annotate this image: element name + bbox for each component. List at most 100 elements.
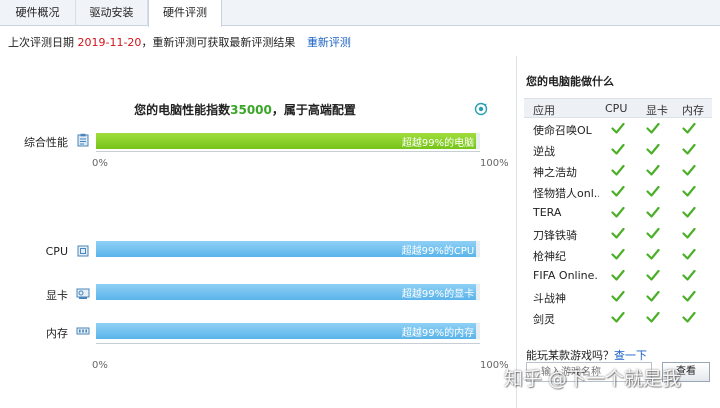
check-cpu-icon (611, 290, 625, 302)
memory-bar: 超越99%的内存 (96, 323, 480, 339)
clipboard-icon (77, 133, 89, 147)
game-search-button[interactable]: 查看 (662, 362, 710, 382)
check-cpu-icon (611, 227, 625, 239)
component-axis-min-label: 0% (92, 360, 108, 371)
cpu-icon (77, 245, 89, 257)
check-gpu-icon (646, 164, 660, 176)
overall-performance-bar-text: 超越99%的电脑 (401, 138, 475, 149)
capabilities-title: 您的电脑能做什么 (526, 75, 614, 88)
check-cpu-icon (611, 206, 625, 218)
game-row: 怪物猎人onl... (524, 181, 712, 202)
check-gpu-icon (646, 227, 660, 239)
game-row: 逆战 (524, 139, 712, 160)
last-benchmark-date: 2019-11-20 (77, 36, 142, 49)
info-suffix: ，重新评测可获取最新评测结果 (141, 36, 296, 49)
panel-divider (516, 56, 517, 408)
check-ram-icon (682, 227, 696, 239)
check-cpu-icon (611, 248, 625, 260)
memory-bar-text: 超越99%的内存 (401, 328, 475, 339)
overall-performance-label: 综合性能 (24, 136, 68, 149)
check-gpu-icon (646, 143, 660, 155)
cpu-label: CPU (45, 245, 68, 258)
game-name: 斗战神 (533, 292, 566, 305)
game-row: 斗战神 (524, 286, 712, 307)
game-row: 神之浩劫 (524, 160, 712, 181)
game-compatibility-table: 应用 CPU 显卡 内存 使命召唤OL 逆战神之浩劫怪物猎人onl... TERA 刀… (524, 98, 712, 328)
memory-bar-fill: 超越99%的内存 (96, 323, 477, 339)
column-header-cpu: CPU (605, 102, 628, 115)
check-ram-icon (682, 269, 696, 281)
check-gpu-icon (646, 248, 660, 260)
check-ram-icon (682, 122, 696, 134)
tab-bar: 硬件概况 驱动安装 硬件评测 (0, 0, 720, 27)
column-header-gpu: 显卡 (646, 104, 668, 117)
component-axis-max-label: 100% (480, 360, 509, 371)
overall-performance-fill: 超越99%的电脑 (96, 133, 477, 149)
overall-performance-bar: 超越99%的电脑 (96, 133, 480, 149)
game-row: 刀锋铁骑 (524, 223, 712, 244)
column-header-ram: 内存 (682, 104, 704, 117)
tab-driver-install[interactable]: 驱动安装 (76, 0, 148, 26)
memory-icon (76, 327, 90, 335)
game-name: 枪神纪 (533, 250, 566, 263)
check-ram-icon (682, 248, 696, 260)
cpu-bar: 超越99%的CPU (96, 241, 480, 257)
check-cpu-icon (611, 269, 625, 281)
game-row: 使命召唤OL (524, 118, 712, 139)
game-name: TERA (533, 206, 562, 219)
memory-label: 内存 (46, 327, 68, 340)
game-name: 神之浩劫 (533, 166, 577, 179)
performance-score-heading: 您的电脑性能指数35000，属于高端配置 (95, 101, 395, 118)
check-ram-icon (682, 143, 696, 155)
tab-hardware-benchmark[interactable]: 硬件评测 (148, 0, 222, 27)
check-gpu-icon (646, 206, 660, 218)
check-ram-icon (682, 290, 696, 302)
info-prefix: 上次评测日期 (8, 36, 74, 49)
column-header-app: 应用 (533, 104, 555, 117)
query-link[interactable]: 查一下 (614, 349, 647, 362)
check-cpu-icon (611, 122, 625, 134)
game-search-input[interactable] (526, 362, 652, 382)
game-row: TERA (524, 202, 712, 223)
graphics-card-bar: 超越99%的显卡 (96, 284, 480, 300)
check-ram-icon (682, 185, 696, 197)
graphics-card-label: 显卡 (46, 289, 68, 302)
check-cpu-icon (611, 143, 625, 155)
overall-axis-line (96, 151, 480, 152)
check-cpu-icon (611, 185, 625, 197)
game-name: FIFA Online... (533, 269, 599, 282)
game-query-question: 能玩某款游戏吗？ (526, 349, 614, 362)
performance-score-value: 35000 (230, 103, 272, 117)
check-gpu-icon (646, 311, 660, 323)
check-gpu-icon (646, 122, 660, 134)
check-ram-icon (682, 311, 696, 323)
graphics-card-icon (76, 288, 90, 299)
game-name: 怪物猎人onl... (533, 187, 599, 200)
check-gpu-icon (646, 269, 660, 281)
graphics-card-bar-fill: 超越99%的显卡 (96, 284, 477, 300)
game-name: 使命召唤OL (533, 124, 592, 137)
rerun-benchmark-link[interactable]: 重新评测 (307, 36, 351, 49)
check-cpu-icon (611, 311, 625, 323)
check-cpu-icon (611, 164, 625, 176)
cpu-bar-fill: 超越99%的CPU (96, 241, 477, 257)
game-row: 枪神纪 (524, 244, 712, 265)
refresh-icon[interactable] (474, 102, 488, 116)
check-gpu-icon (646, 290, 660, 302)
game-name: 逆战 (533, 145, 555, 158)
overall-axis-min-label: 0% (92, 158, 108, 169)
game-name: 刀锋铁骑 (533, 229, 577, 242)
table-header: 应用 CPU 显卡 内存 (524, 98, 712, 118)
game-row: FIFA Online... (524, 265, 712, 286)
game-row: 剑灵 (524, 307, 712, 328)
tab-hardware-overview[interactable]: 硬件概况 (0, 0, 76, 26)
game-query-prompt: 能玩某款游戏吗？查一下 (526, 347, 647, 363)
cpu-bar-text: 超越99%的CPU (401, 246, 475, 257)
game-name: 剑灵 (533, 313, 555, 326)
check-gpu-icon (646, 185, 660, 197)
graphics-card-bar-text: 超越99%的显卡 (401, 289, 475, 300)
game-rows: 使命召唤OL 逆战神之浩劫怪物猎人onl... TERA 刀锋铁骑枪神纪 FIFA On… (524, 118, 712, 328)
last-benchmark-info: 上次评测日期 2019-11-20，重新评测可获取最新评测结果 重新评测 (8, 34, 351, 50)
check-ram-icon (682, 164, 696, 176)
check-ram-icon (682, 206, 696, 218)
